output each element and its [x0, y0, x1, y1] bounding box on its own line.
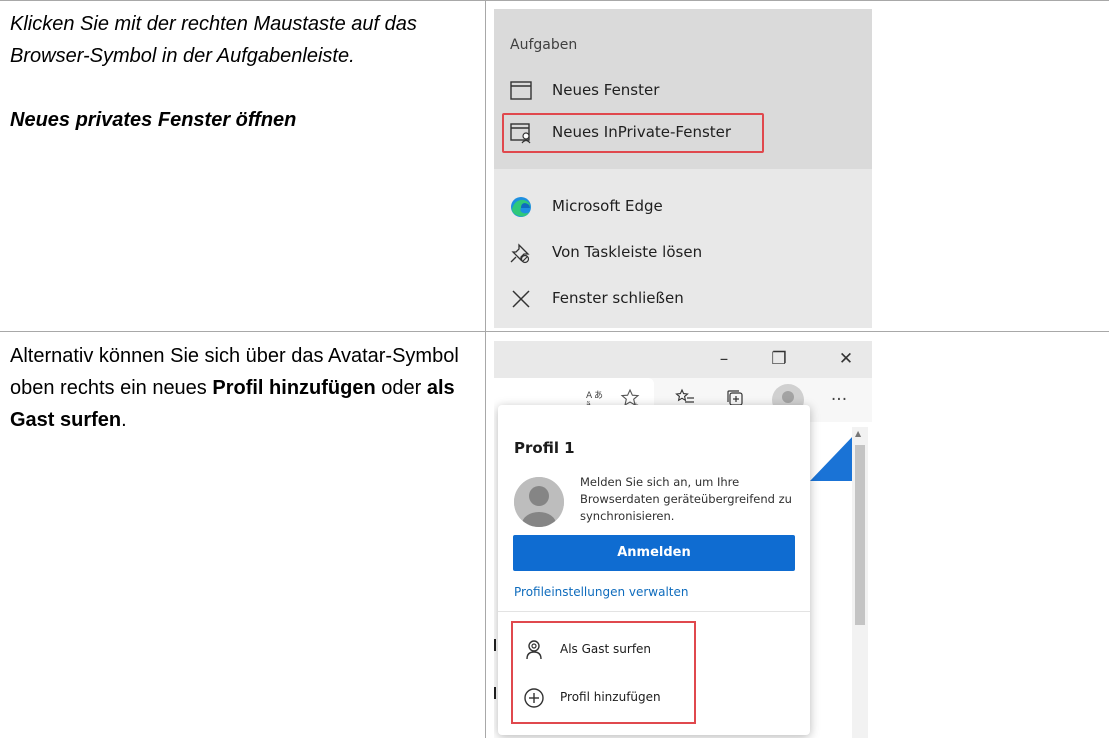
profile-avatar-large — [514, 477, 564, 527]
scroll-up-arrow-icon[interactable]: ▲ — [855, 429, 861, 438]
signin-button[interactable]: Anmelden — [513, 535, 795, 571]
svg-text:あ: あ — [594, 390, 603, 401]
jump-list-item-label: Neues InPrivate-Fenster — [552, 123, 732, 141]
profile-flyout: Profil 1 Melden Sie sich an, um Ihre Bro… — [498, 405, 810, 735]
window-icon — [509, 80, 533, 102]
browse-as-guest-label: Als Gast surfen — [560, 642, 652, 656]
jump-list-item-label: Fenster schließen — [552, 289, 684, 307]
jump-list-item-label: Microsoft Edge — [552, 197, 663, 215]
taskbar-jump-list: Aufgaben Neues Fenster Neues InPrivate-F… — [494, 9, 872, 328]
jump-list-item-microsoft-edge[interactable]: Microsoft Edge — [502, 187, 862, 227]
add-profile-icon — [522, 686, 546, 710]
profile-name: Profil 1 — [514, 439, 575, 457]
minimize-button[interactable]: – — [704, 347, 744, 371]
browser-window-crop: – ❐ ✕ Aあä + ··· ▲ Profil 1 Me — [494, 341, 872, 738]
instruction-cell-private-window: Klicken Sie mit der rechten Maustaste au… — [10, 8, 480, 136]
jump-list-item-unpin[interactable]: Von Taskleiste lösen — [502, 233, 862, 273]
close-window-button[interactable]: ✕ — [826, 347, 866, 371]
manage-profile-settings-link[interactable]: Profileinstellungen verwalten — [514, 585, 689, 599]
jump-list-item-new-inprivate-window[interactable]: Neues InPrivate-Fenster — [502, 113, 764, 153]
add-profile-label: Profil hinzufügen — [560, 690, 661, 704]
profile-text-end: . — [121, 409, 127, 431]
jump-list-item-close-window[interactable]: Fenster schließen — [502, 279, 862, 319]
more-icon[interactable]: ··· — [827, 388, 851, 412]
restore-button[interactable]: ❐ — [759, 347, 799, 371]
jump-list-item-label: Neues Fenster — [552, 81, 660, 99]
scrollbar-thumb[interactable] — [855, 445, 865, 625]
flyout-divider — [498, 611, 810, 612]
signin-message: Melden Sie sich an, um Ihre Browserdaten… — [580, 475, 792, 523]
profile-text-add-profile: Profil hinzufügen — [212, 377, 376, 399]
instruction-text: Klicken Sie mit der rechten Maustaste au… — [10, 13, 417, 67]
instruction-cell-profile: Alternativ können Sie sich über das Avat… — [10, 340, 480, 436]
jump-list-item-label: Von Taskleiste lösen — [552, 243, 703, 261]
table-top-border — [0, 0, 1109, 1]
jump-list-header: Aufgaben — [510, 37, 578, 53]
inprivate-window-icon — [509, 122, 533, 144]
guest-icon — [522, 638, 546, 662]
profile-text-mid: oder — [375, 377, 427, 399]
jump-list-item-new-window[interactable]: Neues Fenster — [502, 71, 862, 111]
table-row-divider — [0, 331, 1109, 332]
table-column-divider — [485, 0, 486, 738]
page-blue-banner — [810, 435, 854, 481]
close-icon — [509, 288, 533, 310]
edge-logo-icon — [509, 196, 533, 218]
page-edge-mark — [494, 639, 496, 651]
unpin-icon — [509, 242, 533, 264]
instruction-heading: Neues privates Fenster öffnen — [10, 109, 297, 131]
page-edge-mark — [494, 687, 496, 699]
